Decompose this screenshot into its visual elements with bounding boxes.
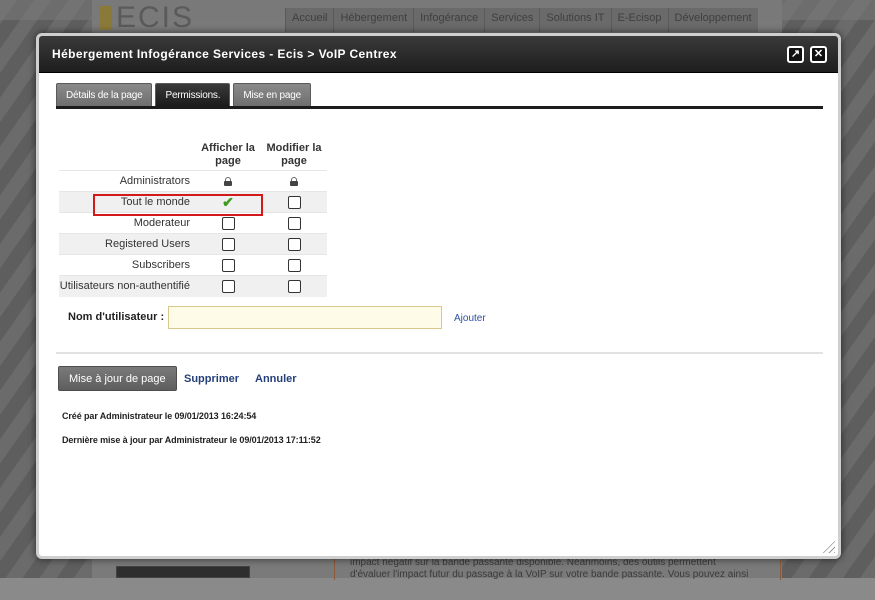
background-text-line: d'évaluer l'impact futur du passage à la… [350,569,749,580]
update-page-button[interactable]: Mise à jour de page [58,366,177,391]
background-divider [334,556,335,580]
dialog-title: Hébergement Infogérance Services - Ecis … [52,47,397,61]
tab-page-details[interactable]: Détails de la page [56,83,153,107]
tab-layout[interactable]: Mise en page [233,83,311,107]
permissions-table: Afficher la page Modifier la page Admini… [59,142,327,297]
dialog-titlebar[interactable]: Hébergement Infogérance Services - Ecis … [39,36,838,73]
created-info: Créé par Administrateur le 09/01/2013 16… [62,411,257,421]
tab-divider [56,106,823,109]
table-row: Subscribers [59,254,327,276]
section-divider [56,352,823,354]
background-image [116,566,250,578]
site-nav-item: Développement [667,8,758,32]
add-user-link[interactable]: Ajouter [454,313,486,324]
site-nav-item: Accueil [285,8,334,32]
site-nav: Accueil Hébergement Infogérance Services… [285,8,758,32]
site-nav-item: Solutions IT [539,8,611,32]
site-nav-item: E-Ecisop [610,8,668,32]
role-label: Utilisateurs non-authentifié [59,275,195,297]
page-settings-dialog: Hébergement Infogérance Services - Ecis … [36,33,841,559]
table-row: Registered Users [59,233,327,255]
view-permission-checkbox[interactable] [221,237,235,251]
arrow-up-right-icon: ↗ [790,48,801,60]
column-header-role [59,142,195,171]
edit-permission-checkbox[interactable] [287,258,301,272]
resize-grip-icon[interactable] [821,539,835,553]
site-nav-item: Hébergement [333,8,414,32]
edit-permission-checkbox[interactable] [287,237,301,251]
username-label: Nom d'utilisateur : [68,311,165,323]
role-label: Registered Users [59,233,195,255]
table-row: Administrators [59,170,327,192]
updated-info: Dernière mise à jour par Administrateur … [62,435,321,445]
edit-permission-checkbox[interactable] [287,216,301,230]
background-bottom-band [0,578,875,600]
edit-permission-checkbox[interactable] [287,279,301,293]
role-label: Administrators [59,170,195,192]
role-label: Moderateur [59,212,195,234]
site-logo: ECIS [100,6,194,30]
site-nav-item: Infogérance [413,8,485,32]
view-permission-checkbox[interactable] [221,279,235,293]
tab-bar: Détails de la page Permissions. Mise en … [56,83,311,107]
checkmark-icon[interactable]: ✔ [222,194,234,210]
delete-link[interactable]: Supprimer [184,373,239,385]
edit-permission-checkbox[interactable] [287,195,301,209]
view-permission-checkbox[interactable] [221,216,235,230]
role-label: Subscribers [59,254,195,276]
close-button[interactable]: ✕ [810,46,827,63]
lock-icon [224,176,232,186]
table-row: Utilisateurs non-authentifié [59,275,327,297]
column-header-edit: Modifier la page [266,142,322,167]
maximize-button[interactable]: ↗ [787,46,804,63]
close-x-icon: ✕ [813,48,824,60]
lock-icon [290,176,298,186]
tab-permissions[interactable]: Permissions. [155,83,231,107]
table-row: Moderateur [59,212,327,234]
username-input[interactable] [168,306,442,329]
view-permission-checkbox[interactable] [221,258,235,272]
role-label: Tout le monde [59,191,195,213]
background-divider [780,556,781,580]
cancel-link[interactable]: Annuler [255,373,297,385]
column-header-view: Afficher la page [201,142,255,167]
site-nav-item: Services [484,8,540,32]
background-text: impact négatif sur la bande passante dis… [350,557,770,581]
table-row: Tout le monde ✔ [59,191,327,213]
